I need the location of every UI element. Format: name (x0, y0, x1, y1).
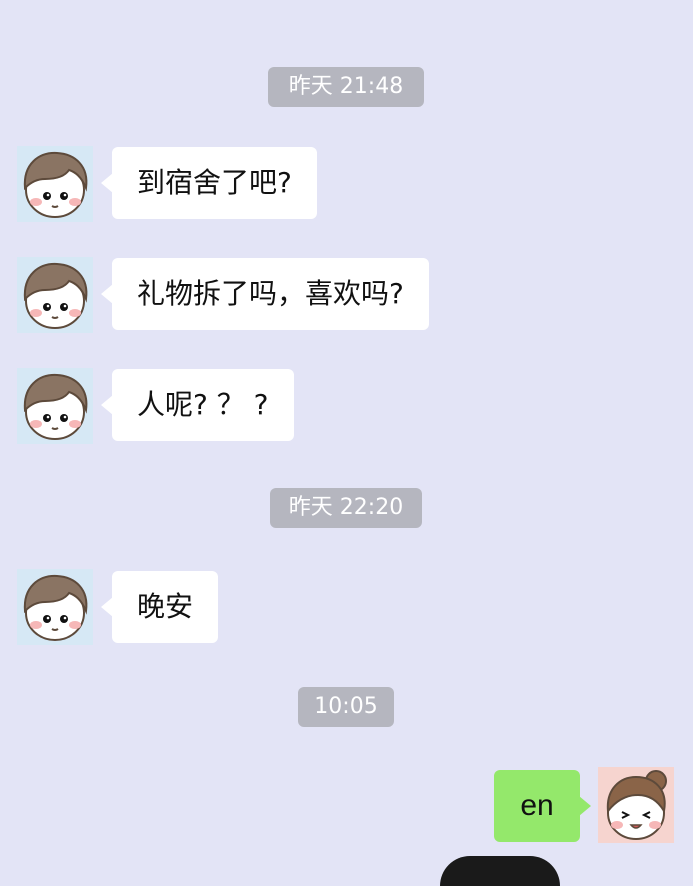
girl-avatar-icon[interactable] (598, 767, 674, 843)
boy-avatar-icon[interactable] (17, 368, 93, 444)
message-bubble[interactable]: 到宿舍了吧? (101, 147, 317, 219)
message-bubble-self[interactable]: en (494, 770, 591, 842)
boy-avatar-icon[interactable] (17, 257, 93, 333)
message-bubble[interactable]: 晚安 (100, 571, 219, 643)
message-bubble[interactable]: 礼物拆了吗，喜欢吗? (101, 258, 429, 330)
boy-avatar-icon[interactable] (17, 569, 93, 645)
timestamp: 10:05 (298, 687, 394, 727)
bottom-edge-shape (440, 856, 560, 886)
timestamp: 昨天 22:20 (270, 488, 422, 528)
timestamp: 昨天 21:48 (268, 67, 424, 107)
boy-avatar-icon[interactable] (17, 146, 93, 222)
message-bubble[interactable]: 人呢? ？ ? (101, 369, 294, 441)
